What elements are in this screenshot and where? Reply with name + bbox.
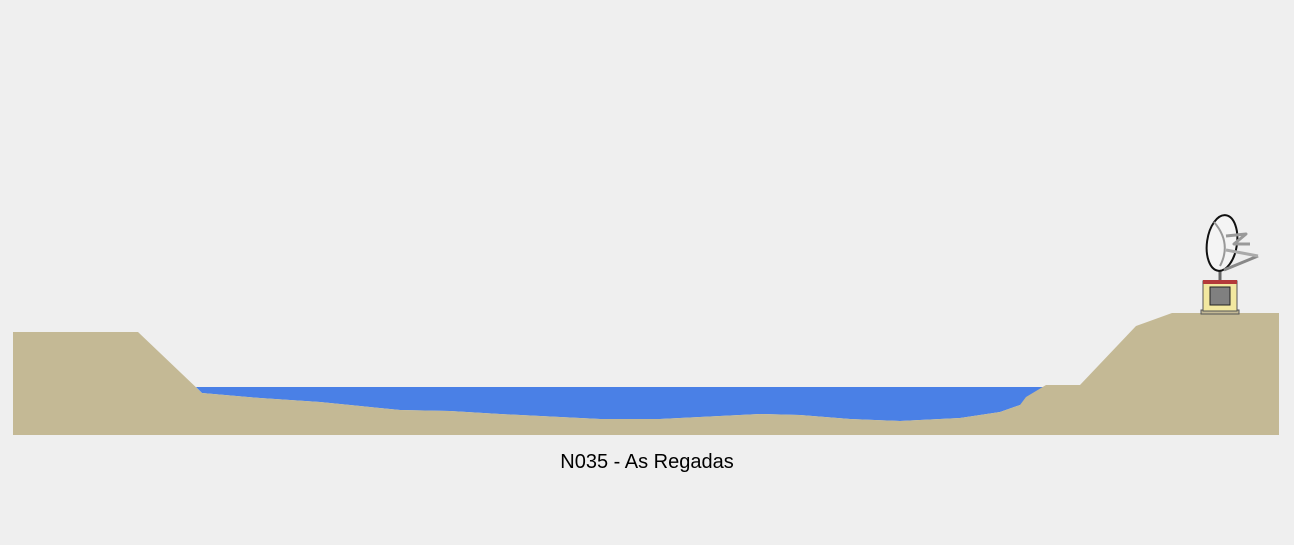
station-label: N035 - As Regadas <box>560 451 734 473</box>
river-cross-section: N035 - As Regadas <box>0 0 1294 545</box>
satellite-dish-icon <box>1200 214 1259 315</box>
